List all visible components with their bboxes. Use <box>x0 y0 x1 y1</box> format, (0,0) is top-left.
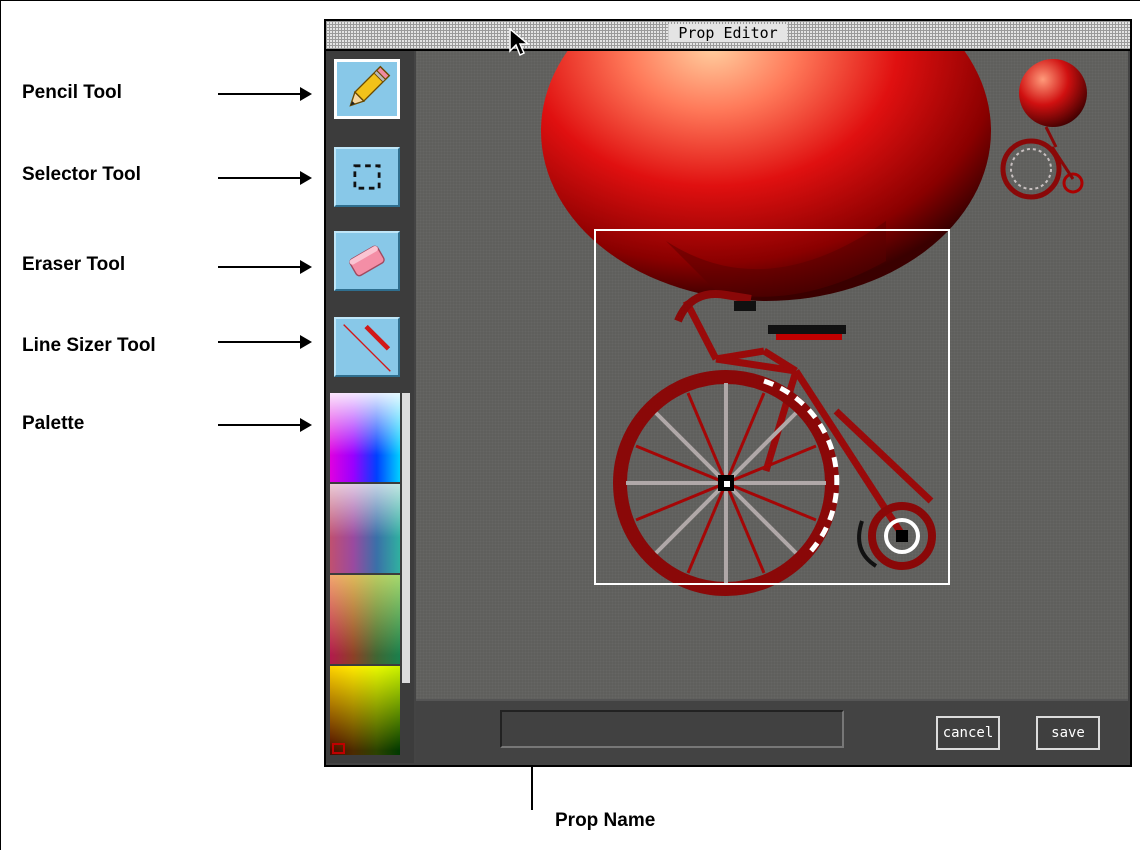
drawing-canvas[interactable] <box>416 51 1128 699</box>
palette-block-muted[interactable] <box>330 484 400 573</box>
palette-scrollbar[interactable] <box>402 393 410 683</box>
color-palette[interactable] <box>330 393 410 758</box>
pencil-tool-arrow <box>218 87 312 101</box>
cancel-button[interactable]: cancel <box>936 716 1000 750</box>
pencil-tool-callout: Pencil Tool <box>22 82 122 103</box>
save-button[interactable]: save <box>1036 716 1100 750</box>
palette-block-bright[interactable] <box>330 666 400 755</box>
pencil-icon <box>349 65 391 107</box>
eraser-icon <box>349 245 385 277</box>
prop-name-callout: Prop Name <box>555 810 656 831</box>
eraser-tool-callout: Eraser Tool <box>22 254 126 275</box>
mouse-cursor-icon <box>509 28 530 57</box>
prop-name-field[interactable] <box>500 710 844 748</box>
prop-editor-window: Prop Editor cancel save <box>324 19 1132 767</box>
frame-top-edge <box>0 0 1140 1</box>
palette-callout: Palette <box>22 413 85 434</box>
pencil-tool-button[interactable] <box>334 59 400 119</box>
selector-tool-arrow <box>218 171 312 185</box>
eraser-tool-arrow <box>218 260 312 274</box>
window-titlebar[interactable]: Prop Editor <box>326 21 1130 51</box>
line-sizer-tool-callout: Line Sizer Tool <box>22 335 156 356</box>
palette-arrow <box>218 418 312 432</box>
frame-left-edge <box>0 0 1 850</box>
eraser-tool-button[interactable] <box>334 231 400 291</box>
selector-tool-callout: Selector Tool <box>22 164 141 185</box>
line-size-icon <box>343 324 391 372</box>
line-sizer-tool-arrow <box>218 335 312 349</box>
selector-tool-button[interactable] <box>334 147 400 207</box>
selection-marquee-icon <box>353 164 381 190</box>
bottom-bar: cancel save <box>416 699 1128 763</box>
palette-selected-swatch <box>332 743 345 754</box>
line-sizer-tool-button[interactable] <box>334 317 400 377</box>
selection-rectangle[interactable] <box>594 229 950 585</box>
palette-block-cool[interactable] <box>330 393 400 482</box>
palette-block-warm[interactable] <box>330 575 400 664</box>
tool-column <box>326 51 414 763</box>
window-title: Prop Editor <box>668 24 788 42</box>
